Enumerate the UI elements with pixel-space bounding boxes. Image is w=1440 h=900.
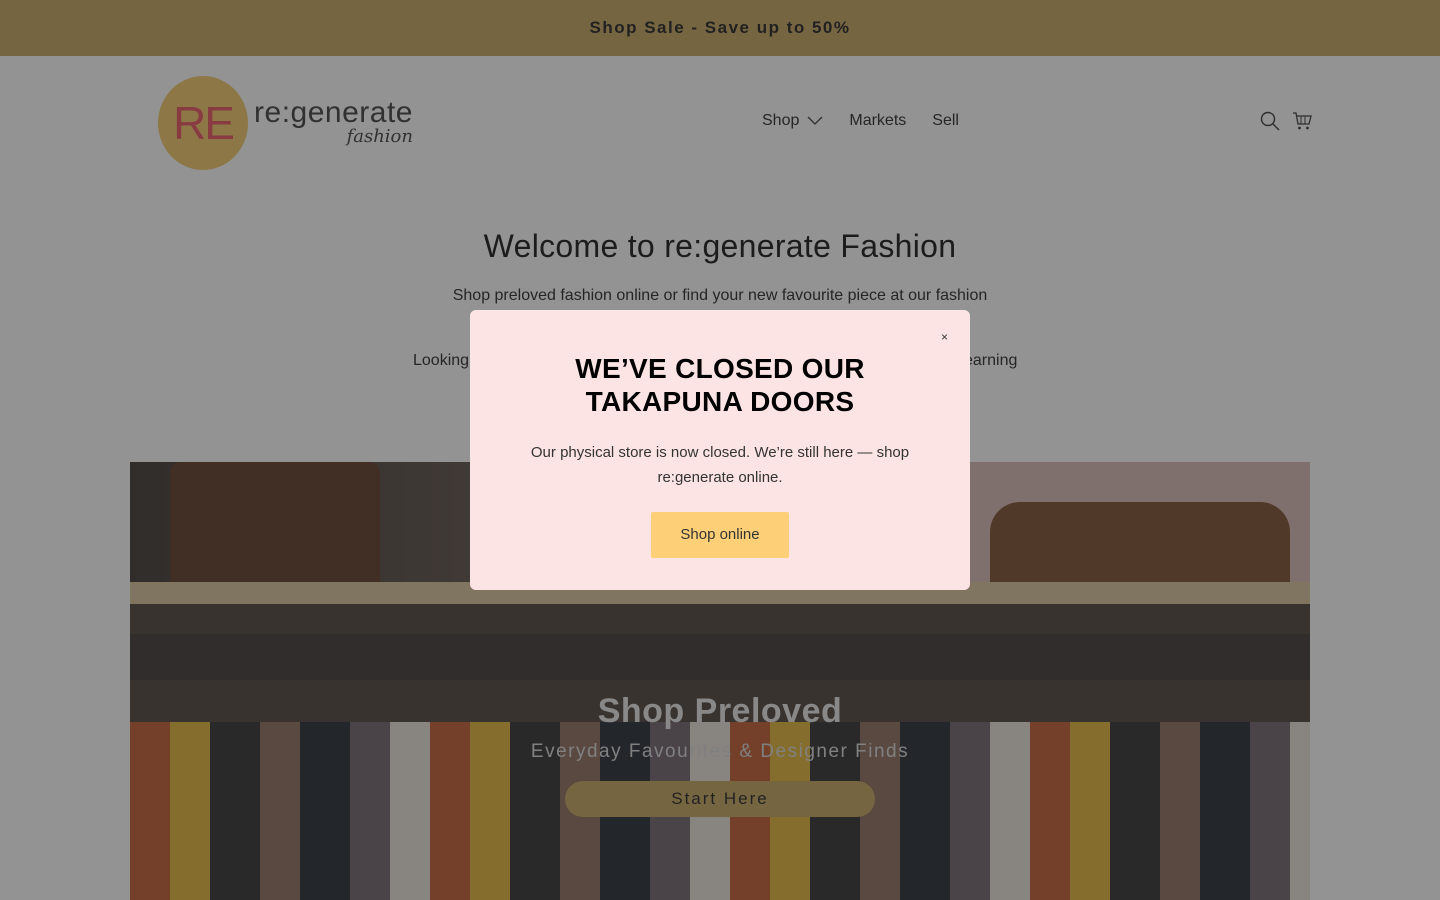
modal-title: WE’VE CLOSED OUR TAKAPUNA DOORS xyxy=(470,352,970,418)
store-closed-modal: × WE’VE CLOSED OUR TAKAPUNA DOORS Our ph… xyxy=(470,310,970,590)
shop-online-button[interactable]: Shop online xyxy=(651,512,789,558)
close-icon[interactable]: × xyxy=(941,330,948,344)
modal-message: Our physical store is now closed. We’re … xyxy=(530,444,910,486)
modal-title-line1: WE’VE CLOSED OUR xyxy=(575,353,865,384)
modal-title-line2: TAKAPUNA DOORS xyxy=(585,386,855,417)
